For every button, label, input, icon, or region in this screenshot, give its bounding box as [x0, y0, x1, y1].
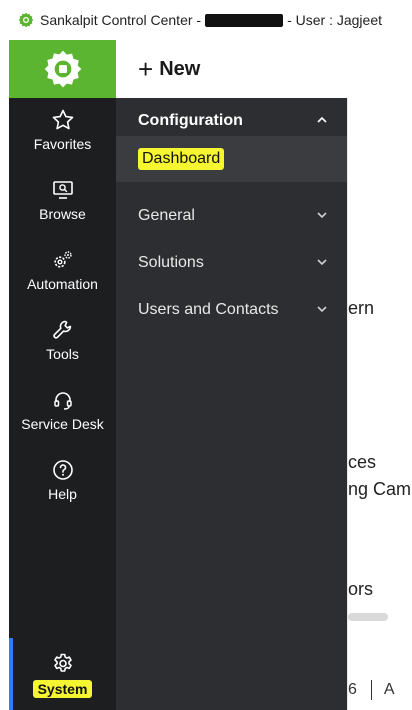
- sidebar-item-automation[interactable]: Automation: [9, 238, 116, 308]
- window-title-suffix: - User : Jagjeet: [287, 12, 383, 28]
- gears-icon: [53, 251, 72, 268]
- wrench-icon: [52, 320, 71, 339]
- new-button-label: New: [159, 57, 201, 80]
- bg-fragment: ces: [348, 452, 377, 472]
- flyout-section-label: Solutions: [138, 254, 204, 271]
- sidebar-item-label: Automation: [27, 276, 98, 292]
- flyout-section-label: Users and Contacts: [138, 301, 279, 318]
- chevron-down-icon: [317, 306, 327, 313]
- sidebar-item-label: System: [32, 680, 93, 698]
- flyout-section-users-and-contacts[interactable]: Users and Contacts: [116, 287, 347, 333]
- flyout-section-label: Configuration: [138, 112, 243, 129]
- bg-fragment: ng Cam: [348, 479, 412, 499]
- bg-footer: 6 A: [348, 668, 412, 710]
- chevron-down-icon: [317, 212, 327, 219]
- flyout-item-label: Dashboard: [138, 148, 225, 170]
- sidebar-item-service-desk[interactable]: Service Desk: [9, 378, 116, 448]
- sidebar-item-system[interactable]: System: [9, 642, 116, 710]
- bg-footer-number: 6: [348, 681, 357, 698]
- sidebar-item-favorites[interactable]: Favorites: [9, 98, 116, 168]
- plus-icon: +: [138, 54, 154, 84]
- selected-indicator: [9, 638, 13, 710]
- sidebar: Favorites Browse Automation Tools Servic…: [9, 98, 116, 710]
- flyout-section-solutions[interactable]: Solutions: [116, 240, 347, 286]
- sidebar-item-tools[interactable]: Tools: [9, 308, 116, 378]
- sidebar-item-label: Tools: [46, 346, 79, 362]
- redacted-block: [205, 13, 284, 27]
- sidebar-item-label: Browse: [39, 206, 86, 222]
- flyout-section-general[interactable]: General: [116, 193, 347, 239]
- sidebar-item-browse[interactable]: Browse: [9, 168, 116, 238]
- star-icon: [52, 109, 73, 130]
- divider: [370, 680, 372, 700]
- headset-icon: [53, 392, 72, 410]
- window-title-bar: Sankalpit Control Center - - User : Jagj…: [0, 0, 412, 40]
- chevron-up-icon: [317, 116, 327, 123]
- bg-fragment: ors: [348, 579, 374, 599]
- bg-scrollbar[interactable]: [348, 613, 388, 621]
- gear-icon: [53, 653, 72, 672]
- sidebar-item-label: Help: [48, 486, 77, 502]
- monitor-search-icon: [52, 181, 73, 199]
- flyout-item-dashboard[interactable]: Dashboard: [116, 136, 347, 182]
- app-header: + New: [0, 40, 412, 98]
- sidebar-item-label: Favorites: [33, 136, 92, 152]
- flyout-section-label: General: [138, 207, 195, 224]
- background-content: ern ces ng Cam ors 6 A: [347, 98, 412, 710]
- chevron-down-icon: [317, 259, 327, 266]
- bg-footer-tail: A: [383, 681, 395, 698]
- help-icon: [52, 460, 73, 480]
- window-title-prefix: Sankalpit Control Center -: [40, 12, 202, 28]
- bg-fragment: ern: [348, 298, 375, 318]
- new-button[interactable]: + New: [138, 54, 200, 84]
- sidebar-item-help[interactable]: Help: [9, 448, 116, 518]
- logo-gear-icon: [44, 50, 81, 88]
- flyout-menu: Configuration Dashboard General Solution…: [116, 98, 347, 710]
- logo-tile[interactable]: [9, 40, 116, 98]
- app-gear-icon: [18, 12, 34, 28]
- sidebar-item-label: Service Desk: [21, 416, 104, 432]
